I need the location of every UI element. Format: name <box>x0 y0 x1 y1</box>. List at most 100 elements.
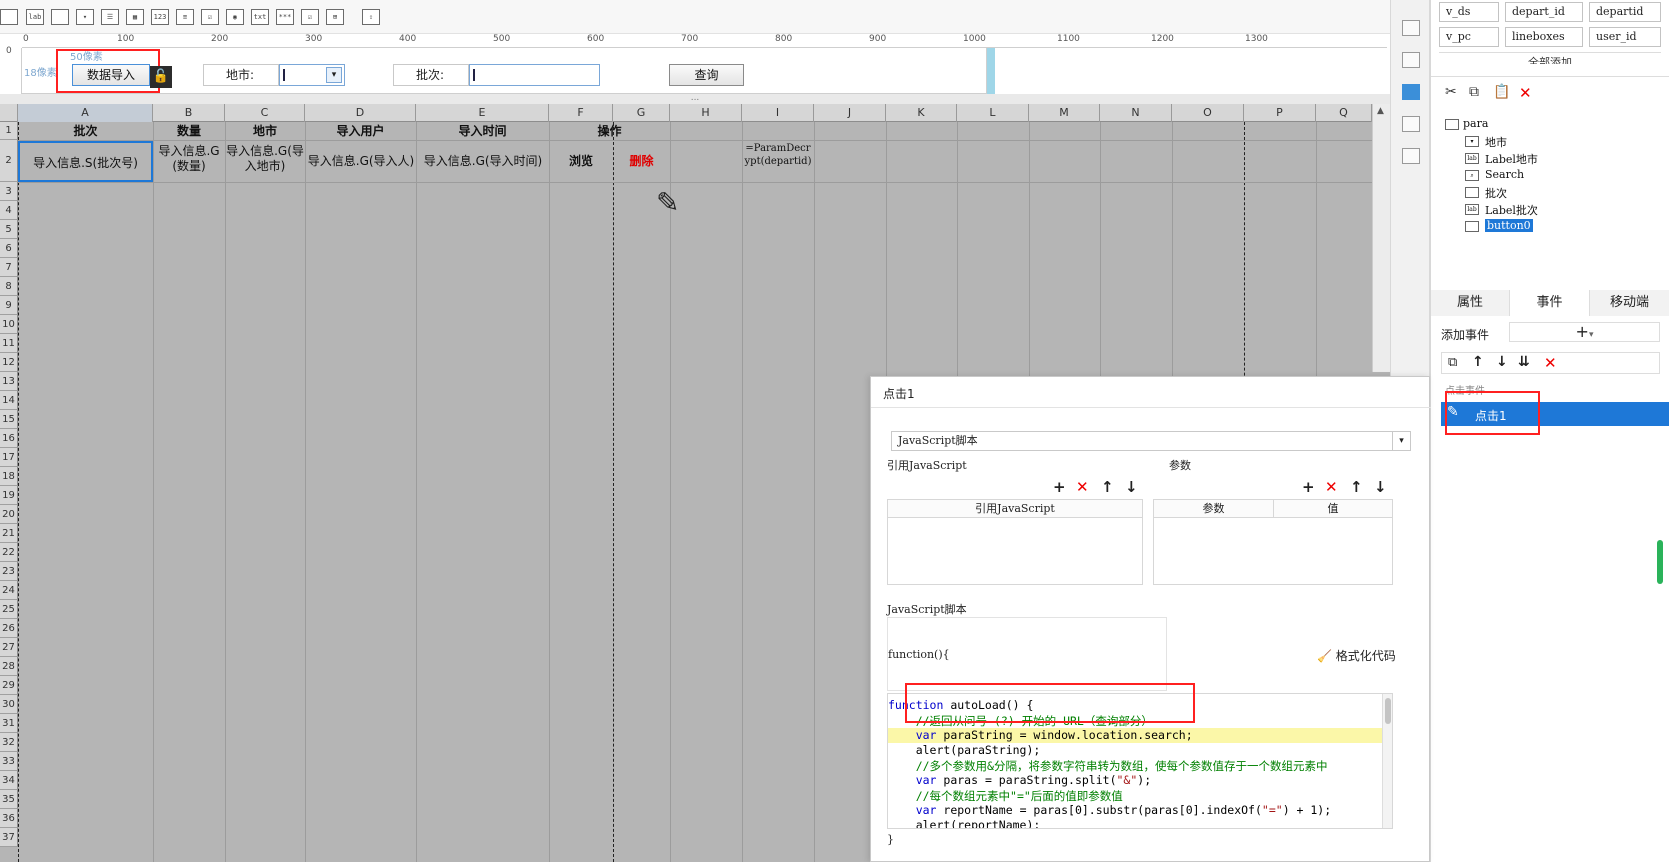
number-widget-icon[interactable]: 123 <box>151 9 169 25</box>
parameter-panel[interactable]: 50像素 18像素 数据导入 🔓 地市: ▾ 批次: 查询 <box>22 48 987 94</box>
scroll-indicator[interactable] <box>1657 540 1663 584</box>
code-scrollbar[interactable] <box>1382 694 1392 828</box>
city-combo[interactable]: ▾ <box>279 64 345 86</box>
sheet-scrollbar[interactable]: ▲ <box>1372 104 1390 372</box>
column-header[interactable]: K <box>886 104 957 122</box>
row-header[interactable]: 5 <box>0 220 18 239</box>
row-header[interactable]: 4 <box>0 201 18 220</box>
tab-attributes[interactable]: 属性 <box>1431 290 1510 316</box>
header-cell-city[interactable]: 地市 <box>225 122 305 140</box>
row-header[interactable]: 23 <box>0 562 18 581</box>
dataset-item[interactable]: v_ds <box>1439 2 1499 22</box>
dataset-item[interactable]: user_id <box>1589 27 1661 47</box>
column-header[interactable]: B <box>153 104 225 122</box>
delete-icon[interactable]: ✕ <box>1544 354 1557 372</box>
tree-widget-icon[interactable]: ⊞ <box>326 9 344 25</box>
tree-item-city[interactable]: ▾ 地市 <box>1465 134 1507 150</box>
header-cell-operation[interactable]: 操作 <box>549 122 670 140</box>
arrow-up-icon[interactable]: ↑ <box>1101 480 1114 495</box>
event-editor-dialog[interactable]: 点击1 JavaScript脚本 ▾ 引用JavaScript 参数 + ✕ ↑… <box>870 376 1431 862</box>
data-cell-quantity[interactable]: 导入信息.G(数量) <box>154 144 224 180</box>
delete-icon[interactable]: ✕ <box>1325 480 1338 495</box>
row-header[interactable]: 31 <box>0 714 18 733</box>
move-bottom-icon[interactable]: ⇊ <box>1518 354 1530 370</box>
chevron-down-icon[interactable]: ▾ <box>326 67 342 83</box>
row-header[interactable]: 11 <box>0 334 18 353</box>
frame-icon[interactable] <box>1402 52 1420 68</box>
data-cell-formula[interactable]: =ParamDecrypt(departid) <box>743 142 813 182</box>
plus-icon[interactable]: + <box>1053 480 1066 495</box>
row-header[interactable]: 22 <box>0 543 18 562</box>
corner-cell[interactable] <box>0 104 18 122</box>
row-header[interactable]: 9 <box>0 296 18 315</box>
combo-widget-icon[interactable]: ▾ <box>76 9 94 25</box>
dataset-item[interactable]: v_pc <box>1439 27 1499 47</box>
splitter-handle[interactable]: ... <box>0 94 1390 104</box>
paste-icon[interactable]: 📋 <box>1493 84 1510 100</box>
header-cell-import-user[interactable]: 导入用户 <box>305 122 416 140</box>
column-header[interactable]: E <box>416 104 549 122</box>
dataset-item[interactable]: lineboxes <box>1505 27 1583 47</box>
row-header[interactable]: 27 <box>0 638 18 657</box>
text-widget-icon[interactable] <box>0 9 18 25</box>
ref-js-table[interactable]: 引用JavaScript <box>887 499 1143 585</box>
column-header[interactable]: O <box>1172 104 1244 122</box>
cut-icon[interactable]: ✂ <box>1445 84 1457 100</box>
label-widget-icon[interactable]: lab <box>26 9 44 25</box>
data-cell-city[interactable]: 导入信息.G(导入地市) <box>226 144 304 180</box>
radio-group-widget-icon[interactable]: ◉ <box>226 9 244 25</box>
cell-attr-icon[interactable] <box>1402 20 1420 36</box>
header-cell-import-time[interactable]: 导入时间 <box>416 122 549 140</box>
row-header[interactable]: 20 <box>0 505 18 524</box>
delete-icon[interactable]: ✕ <box>1076 480 1089 495</box>
batch-input[interactable] <box>469 64 600 86</box>
tree-item-button0[interactable]: button0 <box>1465 219 1533 232</box>
arrow-up-icon[interactable]: ↑ <box>1472 354 1484 370</box>
scroll-thumb[interactable] <box>1385 698 1391 724</box>
link-icon[interactable] <box>1402 148 1420 164</box>
row-header[interactable]: 2 <box>0 140 18 182</box>
column-header[interactable]: M <box>1029 104 1100 122</box>
row-header[interactable]: 15 <box>0 410 18 429</box>
query-button[interactable]: 查询 <box>669 64 744 86</box>
params-table[interactable]: 参数 值 <box>1153 499 1393 585</box>
row-header[interactable]: 21 <box>0 524 18 543</box>
column-header[interactable]: P <box>1244 104 1316 122</box>
tree-item-batch[interactable]: 批次 <box>1465 185 1507 201</box>
row-header[interactable]: 7 <box>0 258 18 277</box>
column-header[interactable]: J <box>814 104 886 122</box>
column-header[interactable]: L <box>957 104 1029 122</box>
column-header[interactable]: D <box>305 104 416 122</box>
row-header[interactable]: 24 <box>0 581 18 600</box>
file-upload-widget-icon[interactable]: ⇪ <box>362 9 380 25</box>
tab-mobile[interactable]: 移动端 <box>1590 290 1669 316</box>
data-cell-batch-selected[interactable]: 导入信息.S(批次号) <box>18 141 153 182</box>
row-header[interactable]: 30 <box>0 695 18 714</box>
column-header[interactable]: H <box>670 104 742 122</box>
row-header[interactable]: 17 <box>0 448 18 467</box>
checkbox-widget-icon[interactable]: ☑ <box>301 9 319 25</box>
row-header[interactable]: 13 <box>0 372 18 391</box>
row-header[interactable]: 35 <box>0 790 18 809</box>
row-header[interactable]: 28 <box>0 657 18 676</box>
row-header[interactable]: 32 <box>0 733 18 752</box>
plus-icon[interactable]: + <box>1302 480 1315 495</box>
row-header[interactable]: 18 <box>0 467 18 486</box>
column-header[interactable]: F <box>549 104 613 122</box>
format-code-button[interactable]: 🧹 格式化代码 <box>1317 647 1396 664</box>
row-header[interactable]: 3 <box>0 182 18 201</box>
row-header[interactable]: 12 <box>0 353 18 372</box>
chevron-down-icon[interactable]: ▾ <box>1392 432 1410 450</box>
row-header[interactable]: 26 <box>0 619 18 638</box>
delete-icon[interactable]: ✕ <box>1519 84 1532 102</box>
data-cell-import-time[interactable]: 导入信息.G(导入时间) <box>417 141 549 182</box>
row-header[interactable]: 6 <box>0 239 18 258</box>
arrow-down-icon[interactable]: ↓ <box>1496 354 1508 370</box>
data-cell-browse[interactable]: 浏览 <box>549 141 613 182</box>
dataset-item[interactable]: depart_id <box>1505 2 1583 22</box>
arrow-down-icon[interactable]: ↓ <box>1374 480 1387 495</box>
widget-settings-icon[interactable] <box>1402 84 1420 100</box>
row-header[interactable]: 14 <box>0 391 18 410</box>
column-header[interactable]: G <box>613 104 670 122</box>
row-header[interactable]: 29 <box>0 676 18 695</box>
